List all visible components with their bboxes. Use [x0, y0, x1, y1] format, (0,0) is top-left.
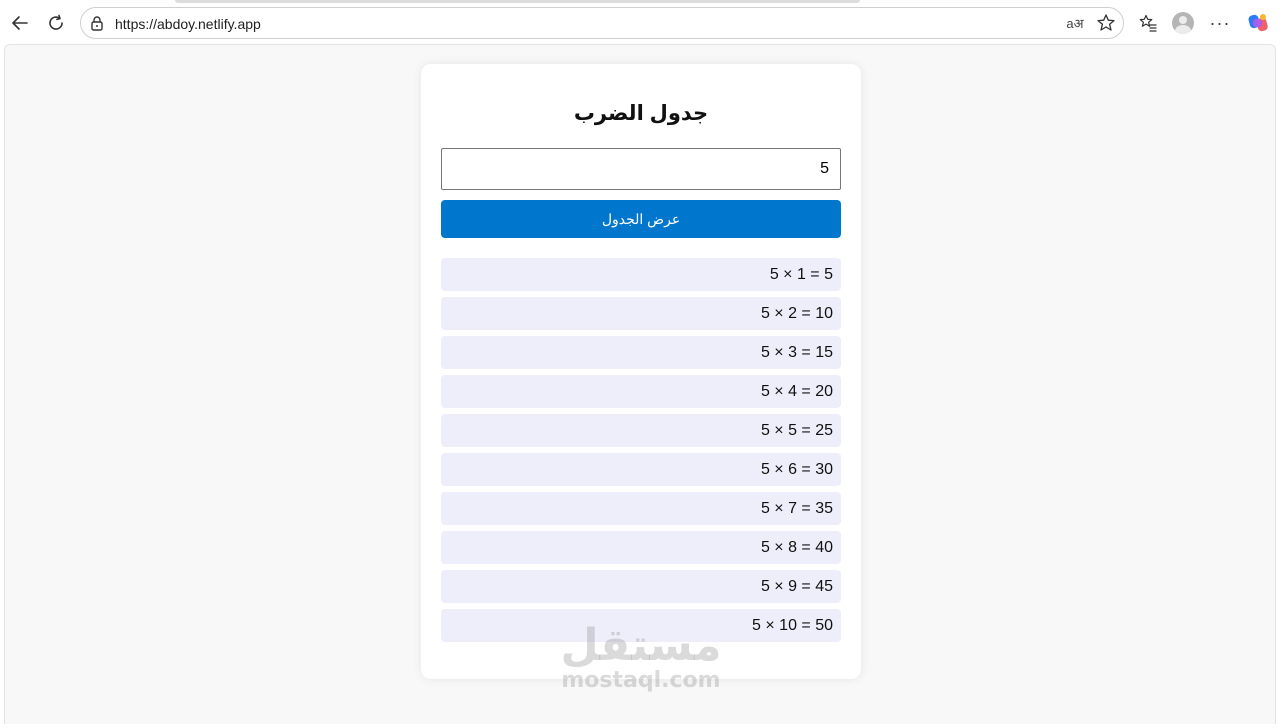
- table-row: 5 × 7 = 35: [441, 492, 841, 525]
- avatar-icon: [1172, 12, 1194, 34]
- show-table-button[interactable]: عرض الجدول: [441, 200, 841, 238]
- page-viewport: جدول الضرب عرض الجدول 5 × 1 = 5 5 × 2 = …: [4, 44, 1276, 724]
- favorites-list-icon: [1139, 14, 1157, 32]
- table-row: 5 × 2 = 10: [441, 297, 841, 330]
- table-row: 5 × 3 = 15: [441, 336, 841, 369]
- number-input[interactable]: [441, 148, 841, 190]
- multiplication-card: جدول الضرب عرض الجدول 5 × 1 = 5 5 × 2 = …: [421, 64, 861, 679]
- reload-button[interactable]: [43, 10, 69, 36]
- address-bar[interactable]: https://abdoy.netlify.app aअ: [80, 7, 1124, 39]
- url-text[interactable]: https://abdoy.netlify.app: [115, 16, 261, 32]
- table-row: 5 × 6 = 30: [441, 453, 841, 486]
- table-row: 5 × 1 = 5: [441, 258, 841, 291]
- results-list: 5 × 1 = 5 5 × 2 = 10 5 × 3 = 15 5 × 4 = …: [441, 258, 841, 648]
- browser-toolbar: https://abdoy.netlify.app aअ ···: [0, 0, 1280, 44]
- table-row: 5 × 10 = 50: [441, 609, 841, 642]
- more-options-icon[interactable]: ···: [1208, 11, 1232, 35]
- table-row: 5 × 5 = 25: [441, 414, 841, 447]
- favorites-button[interactable]: [1136, 11, 1160, 35]
- table-row: 5 × 9 = 45: [441, 570, 841, 603]
- back-button[interactable]: [7, 10, 33, 36]
- arrow-left-icon: [12, 16, 28, 30]
- lock-icon[interactable]: [90, 15, 104, 31]
- favorite-star-icon[interactable]: [1096, 13, 1116, 33]
- reload-icon: [49, 14, 63, 30]
- page-title: جدول الضرب: [573, 102, 709, 125]
- read-aloud-icon[interactable]: aअ: [1065, 14, 1085, 32]
- profile-avatar[interactable]: [1171, 11, 1195, 35]
- copilot-icon[interactable]: [1246, 11, 1270, 35]
- table-row: 5 × 4 = 20: [441, 375, 841, 408]
- tab-strip[interactable]: [175, 0, 860, 3]
- table-row: 5 × 8 = 40: [441, 531, 841, 564]
